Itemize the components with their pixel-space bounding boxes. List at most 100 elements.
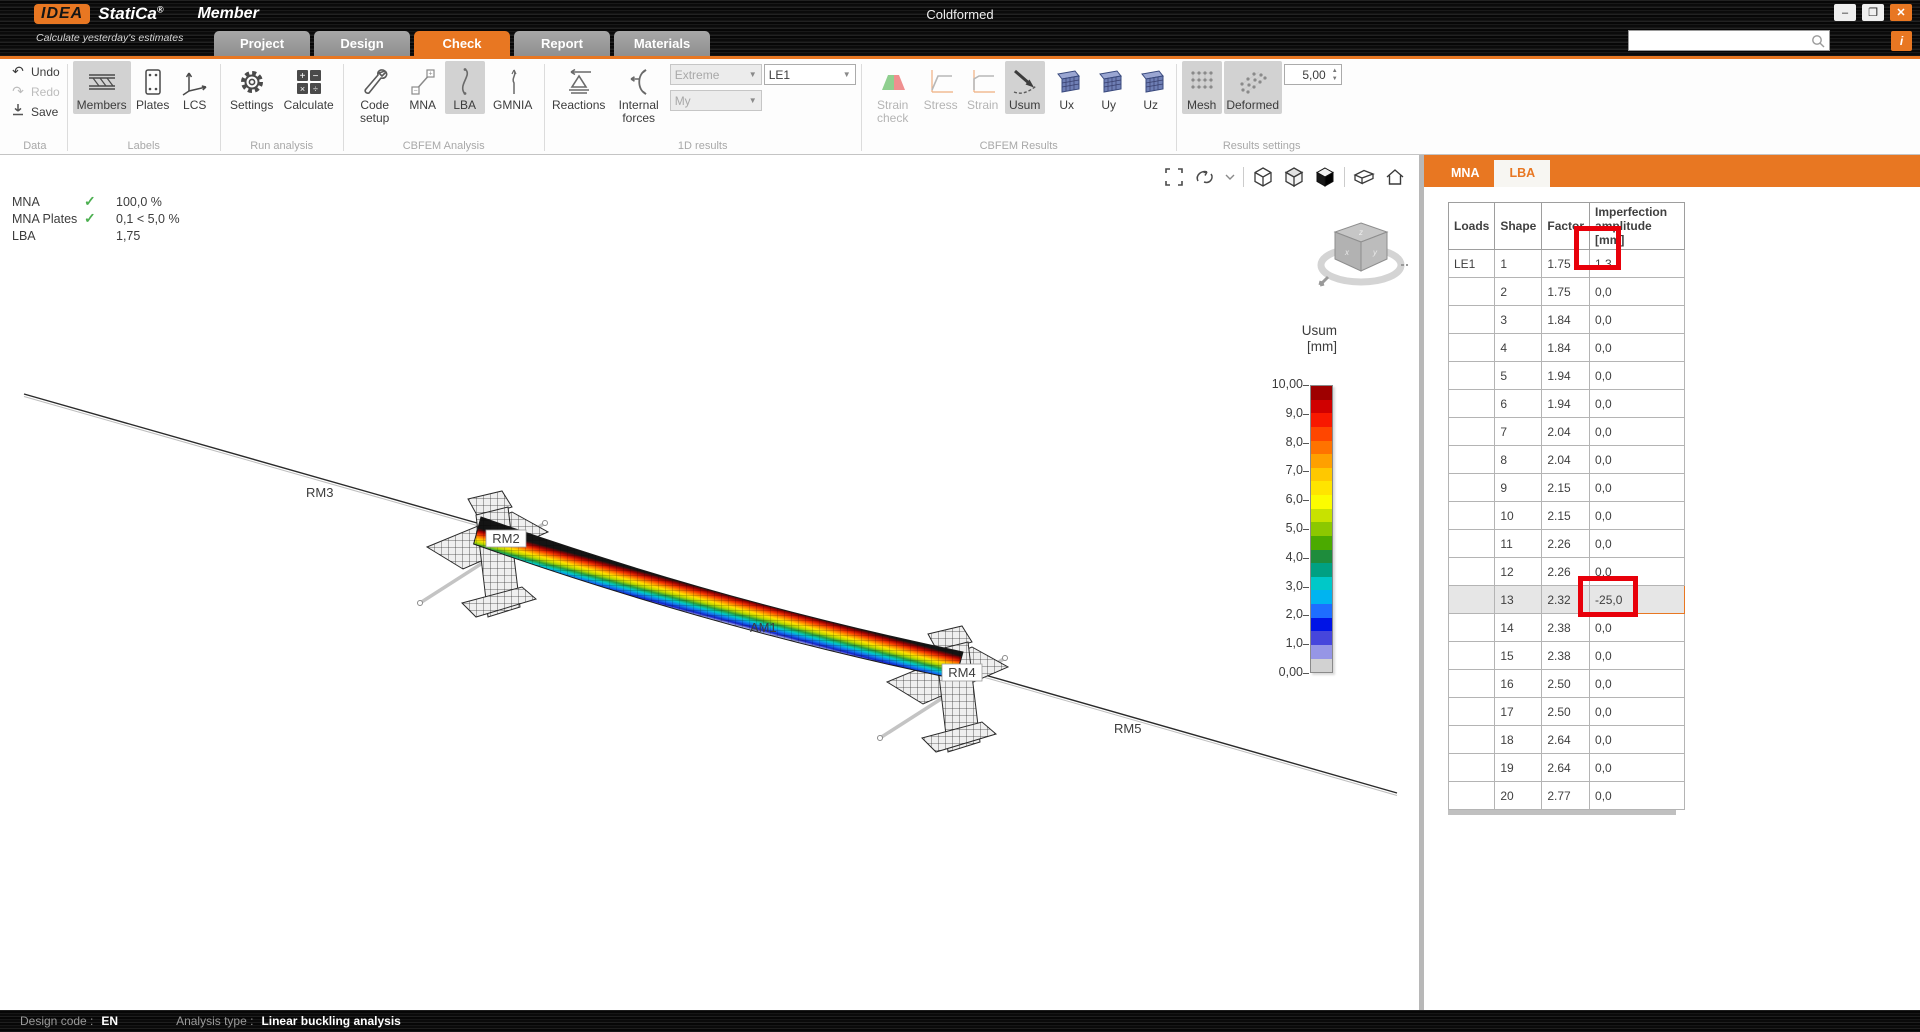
table-cell-imperfection[interactable]: 0,0 [1590,754,1685,782]
table-cell-imperfection[interactable]: 0,0 [1590,390,1685,418]
uy-button[interactable]: Uy [1089,61,1129,114]
my-dropdown[interactable]: My▼ [670,90,762,111]
strain-button[interactable]: Strain [963,61,1003,114]
column-header[interactable]: Loads [1449,203,1495,250]
table-cell-loads[interactable] [1449,362,1495,390]
table-cell-loads[interactable] [1449,390,1495,418]
table-cell-factor[interactable]: 2.77 [1542,782,1590,810]
table-cell-loads[interactable]: LE1 [1449,250,1495,278]
deformed-scale-stepper[interactable]: 5,00 ▲▼ [1284,64,1342,85]
table-cell-loads[interactable] [1449,418,1495,446]
table-cell-loads[interactable] [1449,334,1495,362]
fit-view-icon[interactable] [1162,165,1186,189]
table-cell-imperfection[interactable]: 0,0 [1590,726,1685,754]
table-cell-loads[interactable] [1449,670,1495,698]
table-cell-factor[interactable]: 2.64 [1542,754,1590,782]
table-cell-imperfection[interactable]: -25,0 [1590,586,1685,614]
cube-wireframe-icon[interactable] [1251,165,1275,189]
table-cell-imperfection[interactable]: 0,0 [1590,334,1685,362]
table-cell-shape[interactable]: 16 [1495,670,1542,698]
table-cell-loads[interactable] [1449,306,1495,334]
uz-button[interactable]: Uz [1131,61,1171,114]
lba-button[interactable]: LBA [445,61,485,114]
cube-shaded-icon[interactable] [1282,165,1306,189]
table-cell-shape[interactable]: 8 [1495,446,1542,474]
calculate-button[interactable]: + − × ÷ Calculate [280,61,338,114]
plates-button[interactable]: Plates [133,61,173,114]
table-cell-shape[interactable]: 20 [1495,782,1542,810]
table-cell-loads[interactable] [1449,642,1495,670]
info-button[interactable]: i [1891,31,1912,51]
table-scrollbar[interactable] [1448,810,1676,815]
ux-button[interactable]: Ux [1047,61,1087,114]
table-cell-loads[interactable] [1449,698,1495,726]
table-cell-imperfection[interactable]: 0,0 [1590,698,1685,726]
table-cell-shape[interactable]: 14 [1495,614,1542,642]
search-input[interactable] [1629,34,1810,48]
cube-solid-icon[interactable] [1313,165,1337,189]
table-cell-factor[interactable]: 2.04 [1542,418,1590,446]
table-cell-shape[interactable]: 5 [1495,362,1542,390]
members-button[interactable]: Members [73,61,131,114]
table-cell-shape[interactable]: 13 [1495,586,1542,614]
extreme-dropdown[interactable]: Extreme▼ [670,64,762,85]
table-cell-factor[interactable]: 1.75 [1542,278,1590,306]
table-cell-shape[interactable]: 9 [1495,474,1542,502]
table-cell-factor[interactable]: 2.64 [1542,726,1590,754]
clip-view-icon[interactable] [1352,165,1376,189]
table-cell-imperfection[interactable]: 0,0 [1590,418,1685,446]
internal-forces-button[interactable]: Internal forces [610,61,668,127]
table-cell-imperfection[interactable]: 0,0 [1590,642,1685,670]
table-cell-loads[interactable] [1449,586,1495,614]
chevron-down-icon[interactable] [1224,165,1236,189]
tab-report[interactable]: Report [514,31,610,56]
table-cell-loads[interactable] [1449,782,1495,810]
column-header[interactable]: Factor [1542,203,1590,250]
gmnia-button[interactable]: GMNIA [487,61,539,114]
column-header[interactable]: Shape [1495,203,1542,250]
panel-tab-mna[interactable]: MNA [1436,160,1494,187]
table-cell-shape[interactable]: 7 [1495,418,1542,446]
table-cell-loads[interactable] [1449,446,1495,474]
settings-button[interactable]: Settings [226,61,278,114]
table-cell-imperfection[interactable]: 0,0 [1590,670,1685,698]
table-cell-factor[interactable]: 2.26 [1542,558,1590,586]
table-cell-imperfection[interactable]: 0,0 [1590,474,1685,502]
table-cell-shape[interactable]: 18 [1495,726,1542,754]
table-cell-shape[interactable]: 6 [1495,390,1542,418]
table-cell-factor[interactable]: 1.94 [1542,390,1590,418]
table-cell-imperfection[interactable]: 0,0 [1590,614,1685,642]
minimize-button[interactable]: – [1834,4,1856,21]
table-cell-imperfection[interactable]: 1,3 [1590,250,1685,278]
table-cell-shape[interactable]: 12 [1495,558,1542,586]
mna-button[interactable]: + − MNA [403,61,443,114]
panel-tab-lba[interactable]: LBA [1494,160,1550,187]
table-cell-imperfection[interactable]: 0,0 [1590,502,1685,530]
model-3d-scene[interactable]: RM3 RM2 AM1 RM4 RM5 [0,155,1419,1010]
mesh-button[interactable]: Mesh [1182,61,1222,114]
spinner-up-icon[interactable]: ▲ [1332,67,1338,75]
tab-design[interactable]: Design [314,31,410,56]
redo-button[interactable]: ↷Redo [10,83,60,100]
table-cell-imperfection[interactable]: 0,0 [1590,446,1685,474]
table-cell-shape[interactable]: 4 [1495,334,1542,362]
save-button[interactable]: Save [10,103,58,120]
table-cell-imperfection[interactable]: 0,0 [1590,782,1685,810]
table-cell-shape[interactable]: 11 [1495,530,1542,558]
table-cell-shape[interactable]: 3 [1495,306,1542,334]
table-cell-shape[interactable]: 17 [1495,698,1542,726]
undo-button[interactable]: ↶Undo [10,63,60,80]
search-box[interactable] [1628,30,1830,51]
table-cell-factor[interactable]: 2.32 [1542,586,1590,614]
table-cell-loads[interactable] [1449,558,1495,586]
loadcase-dropdown[interactable]: LE1▼ [764,64,856,85]
table-cell-loads[interactable] [1449,614,1495,642]
table-cell-factor[interactable]: 2.50 [1542,698,1590,726]
spinner-down-icon[interactable]: ▼ [1332,75,1338,83]
table-cell-loads[interactable] [1449,754,1495,782]
close-button[interactable]: ✕ [1890,4,1912,21]
column-header[interactable]: Imperfection amplitude [mm] [1590,203,1685,250]
table-cell-factor[interactable]: 2.38 [1542,614,1590,642]
deformed-button[interactable]: Deformed [1224,61,1282,114]
tab-project[interactable]: Project [214,31,310,56]
